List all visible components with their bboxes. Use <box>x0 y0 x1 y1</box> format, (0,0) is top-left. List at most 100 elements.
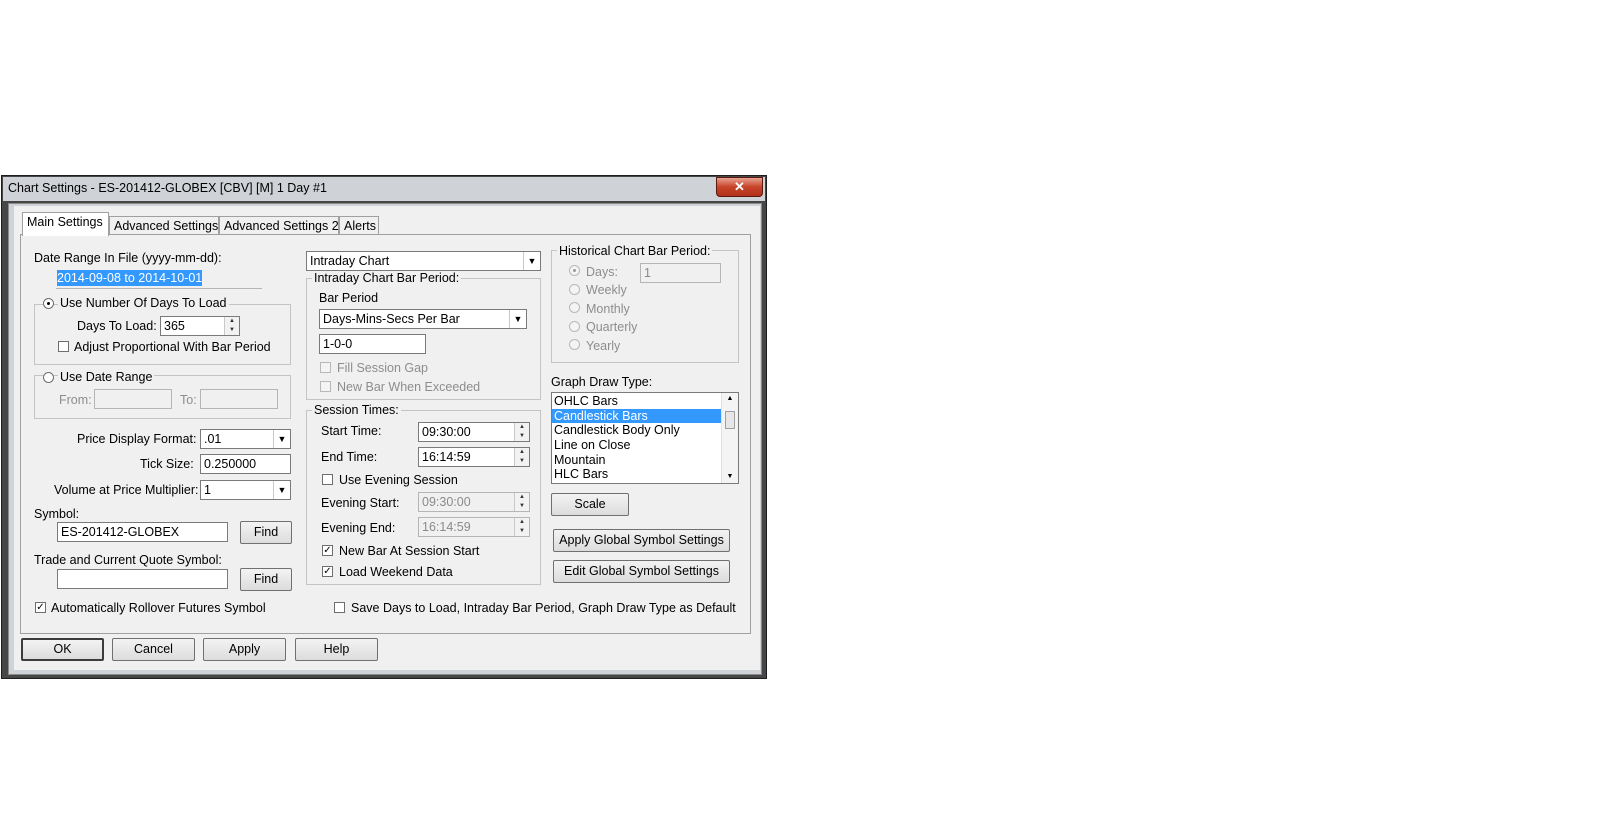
adjust-proportional-label: Adjust Proportional With Bar Period <box>74 340 271 354</box>
use-date-range-label: Use Date Range <box>58 370 155 384</box>
new-bar-exceeded-label: New Bar When Exceeded <box>337 380 481 394</box>
tick-size-value: 0.250000 <box>204 457 257 471</box>
list-item[interactable]: OHLC Bars <box>552 394 738 409</box>
adjust-proportional-checkbox[interactable] <box>58 341 69 352</box>
save-default-checkbox[interactable] <box>334 602 345 613</box>
dialog-client: Main Settings Advanced Settings Advanced… <box>14 206 760 670</box>
to-label: To: <box>180 393 197 407</box>
days-to-load-label: Days To Load: <box>77 319 157 333</box>
price-format-select[interactable]: .01 ▼ <box>200 429 291 449</box>
scroll-thumb[interactable] <box>725 411 735 429</box>
tab-main-settings[interactable]: Main Settings <box>22 212 109 236</box>
date-range-value: 2014-09-08 to 2014-10-01 <box>57 270 203 286</box>
yearly-radio[interactable] <box>569 339 580 350</box>
start-time-label: Start Time: <box>321 424 382 438</box>
bar-period-label: Bar Period <box>319 291 379 305</box>
end-time-spinner[interactable]: ▲ ▼ <box>514 448 529 466</box>
chart-type-value: Intraday Chart <box>310 254 390 268</box>
monthly-label: Monthly <box>586 302 630 316</box>
rollover-checkbox[interactable]: ✓ <box>35 602 46 613</box>
vap-multiplier-select[interactable]: 1 ▼ <box>200 480 291 500</box>
load-weekend-label: Load Weekend Data <box>339 565 453 579</box>
new-bar-session-checkbox[interactable]: ✓ <box>322 545 333 556</box>
evening-end-spinner[interactable]: ▲ ▼ <box>514 518 529 536</box>
load-weekend-checkbox[interactable]: ✓ <box>322 566 333 577</box>
list-item[interactable]: HLC Bars <box>552 467 738 482</box>
apply-global-symbol-button[interactable]: Apply Global Symbol Settings <box>553 529 730 552</box>
evening-end-input[interactable]: 16:14:59 ▲ ▼ <box>418 517 530 537</box>
symbol-value: ES-201412-GLOBEX <box>61 525 180 539</box>
save-default-label: Save Days to Load, Intraday Bar Period, … <box>351 601 736 615</box>
tick-size-label: Tick Size: <box>140 457 194 471</box>
date-range-label: Date Range In File (yyyy-mm-dd): <box>34 251 222 265</box>
ok-button[interactable]: OK <box>21 638 104 661</box>
edit-global-symbol-button[interactable]: Edit Global Symbol Settings <box>553 560 730 583</box>
close-button[interactable]: ✕ <box>716 177 763 197</box>
window-title: Chart Settings - ES-201412-GLOBEX [CBV] … <box>8 181 327 195</box>
evening-start-spinner[interactable]: ▲ ▼ <box>514 493 529 511</box>
tab-advanced-settings[interactable]: Advanced Settings <box>109 216 219 235</box>
scale-button[interactable]: Scale <box>551 493 629 516</box>
list-item[interactable]: Candlestick Bars <box>552 408 738 424</box>
bar-period-select[interactable]: Days-Mins-Secs Per Bar ▼ <box>319 309 527 329</box>
days-input[interactable]: 1 <box>640 263 721 283</box>
days-label: Days: <box>586 265 618 279</box>
bar-period-value: Days-Mins-Secs Per Bar <box>323 312 460 326</box>
use-evening-label: Use Evening Session <box>339 473 458 487</box>
chart-type-select[interactable]: Intraday Chart ▼ <box>306 251 541 271</box>
use-date-range-radio[interactable] <box>43 372 54 383</box>
symbol-label: Symbol: <box>34 507 80 521</box>
scroll-up-icon[interactable]: ▲ <box>722 393 738 405</box>
days-radio[interactable] <box>569 265 580 276</box>
trade-symbol-input[interactable] <box>57 569 228 589</box>
evening-end-label: Evening End: <box>321 521 396 535</box>
find-symbol-button[interactable]: Find <box>240 521 292 544</box>
session-group-label: Session Times: <box>312 403 401 417</box>
historical-group-label: Historical Chart Bar Period: <box>557 244 713 258</box>
evening-start-input[interactable]: 09:30:00 ▲ ▼ <box>418 492 530 512</box>
tick-size-input[interactable]: 0.250000 <box>200 454 291 474</box>
new-bar-exceeded-checkbox[interactable] <box>320 381 331 392</box>
quarterly-radio[interactable] <box>569 321 580 332</box>
vap-multiplier-value: 1 <box>204 483 211 497</box>
days-to-load-value: 365 <box>164 319 185 333</box>
to-input[interactable] <box>200 389 278 409</box>
chevron-down-icon: ▼ <box>509 310 526 328</box>
fill-session-gap-checkbox[interactable] <box>320 362 331 373</box>
end-time-input[interactable]: 16:14:59 ▲ ▼ <box>418 447 530 467</box>
start-time-input[interactable]: 09:30:00 ▲ ▼ <box>418 422 530 442</box>
use-days-radio[interactable] <box>43 298 54 309</box>
help-button[interactable]: Help <box>295 638 378 661</box>
start-time-spinner[interactable]: ▲ ▼ <box>514 423 529 441</box>
scroll-down-icon[interactable]: ▼ <box>722 471 738 483</box>
list-item[interactable]: Line on Close <box>552 438 738 453</box>
evening-start-label: Evening Start: <box>321 496 400 510</box>
new-bar-session-label: New Bar At Session Start <box>339 544 480 558</box>
symbol-input[interactable]: ES-201412-GLOBEX <box>57 522 228 542</box>
weekly-radio[interactable] <box>569 284 580 295</box>
date-range-field[interactable]: 2014-09-08 to 2014-10-01 <box>56 269 262 289</box>
chart-settings-window: Chart Settings - ES-201412-GLOBEX [CBV] … <box>1 175 767 679</box>
trade-symbol-label: Trade and Current Quote Symbol: <box>34 553 222 567</box>
from-input[interactable] <box>94 389 172 409</box>
main-settings-panel: Date Range In File (yyyy-mm-dd): 2014-09… <box>20 234 751 634</box>
days-to-load-spinner[interactable]: ▲ ▼ <box>224 317 239 335</box>
use-evening-checkbox[interactable] <box>322 474 333 485</box>
end-time-label: End Time: <box>321 450 378 464</box>
days-value: 1 <box>644 266 651 280</box>
graph-draw-list[interactable]: OHLC Bars Candlestick Bars Candlestick B… <box>551 392 739 484</box>
list-item[interactable]: Candlestick Body Only <box>552 423 738 438</box>
evening-start-value: 09:30:00 <box>422 495 471 509</box>
chevron-down-icon: ▼ <box>273 481 290 499</box>
yearly-label: Yearly <box>586 339 621 353</box>
scrollbar[interactable]: ▲ ▼ <box>721 393 738 483</box>
apply-button[interactable]: Apply <box>203 638 286 661</box>
cancel-button[interactable]: Cancel <box>112 638 195 661</box>
days-to-load-input[interactable]: 365 ▲ ▼ <box>160 316 240 336</box>
find-trade-symbol-button[interactable]: Find <box>240 568 292 591</box>
tab-advanced-settings-2[interactable]: Advanced Settings 2 <box>219 216 339 235</box>
monthly-radio[interactable] <box>569 302 580 313</box>
bar-period-input[interactable]: 1-0-0 <box>319 334 426 354</box>
list-item[interactable]: Mountain <box>552 453 738 468</box>
tab-alerts[interactable]: Alerts <box>339 216 379 235</box>
